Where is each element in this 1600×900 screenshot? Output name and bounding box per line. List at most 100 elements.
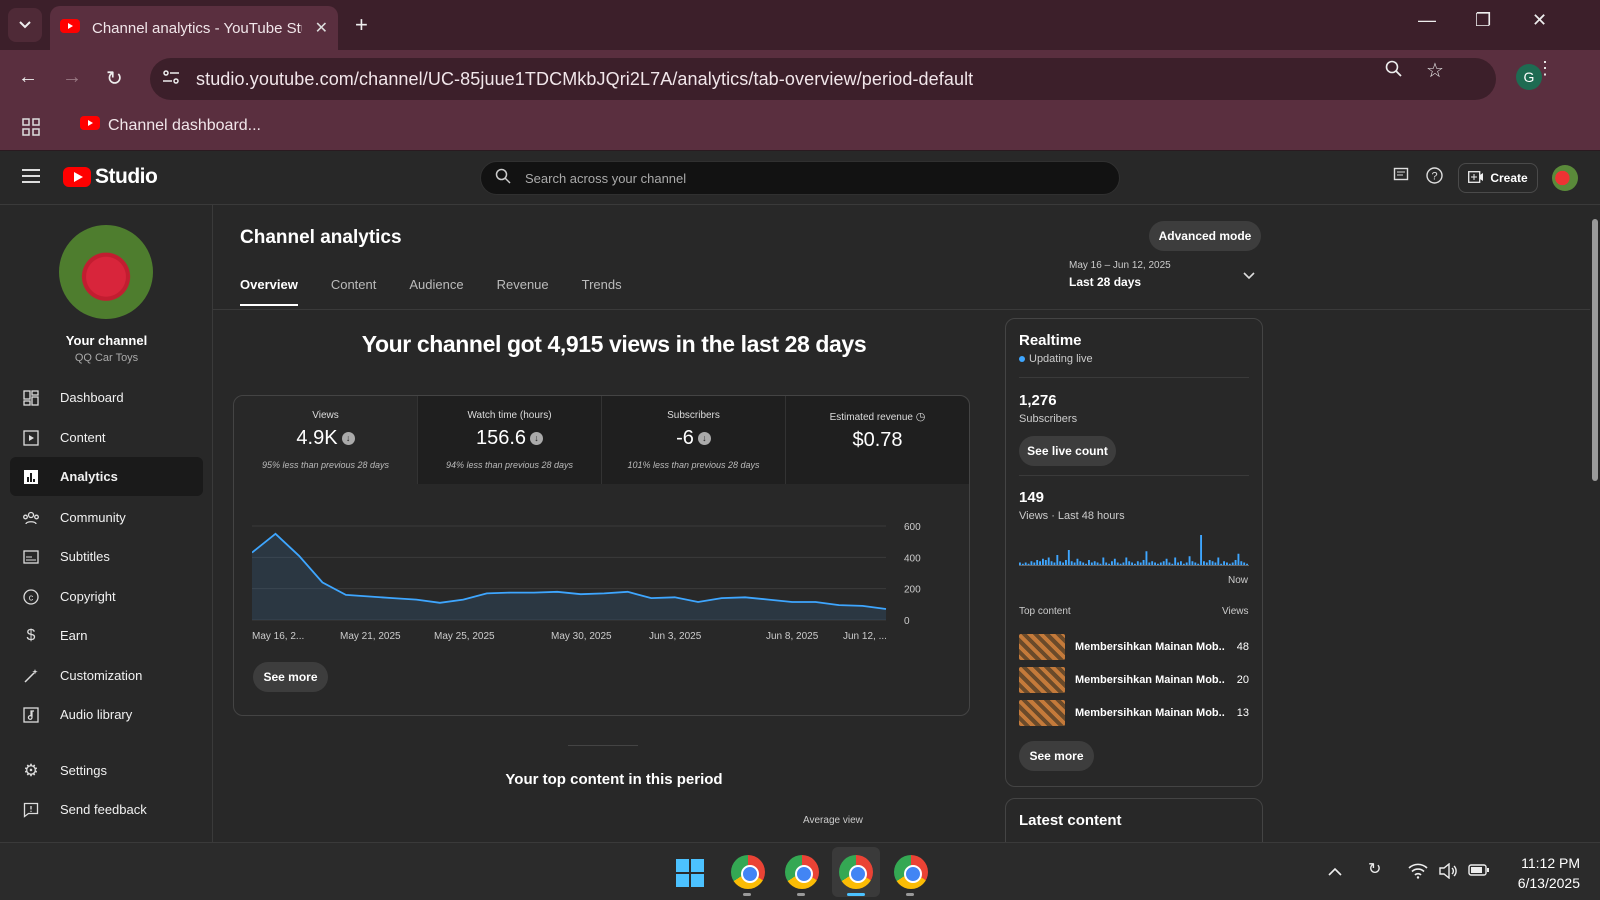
realtime-bar — [1059, 561, 1062, 565]
see-more-button[interactable]: See more — [1019, 741, 1094, 771]
chrome-taskbar-icon[interactable] — [894, 855, 928, 889]
realtime-bar — [1030, 561, 1033, 565]
content-icon — [22, 429, 40, 447]
bookmark-channel-dashboard[interactable]: Channel dashboard... — [80, 116, 261, 135]
chrome-taskbar-icon[interactable] — [839, 855, 873, 889]
divider — [1019, 377, 1249, 378]
tab-close-icon[interactable]: ✕ — [315, 18, 328, 38]
see-live-count-button[interactable]: See live count — [1019, 436, 1116, 466]
tab-search-dropdown-icon[interactable] — [8, 8, 42, 42]
minimize-icon[interactable]: — — [1418, 10, 1436, 31]
messages-icon[interactable] — [1393, 167, 1409, 188]
sidebar-item-audio-library[interactable]: Audio library — [10, 695, 203, 734]
see-more-button[interactable]: See more — [253, 662, 328, 692]
scrollbar-thumb[interactable] — [1592, 219, 1598, 481]
browser-menu-icon[interactable]: ⋮ — [1536, 58, 1554, 79]
top-content-row[interactable]: Membersihkan Mainan Mob... 13 — [1019, 700, 1249, 726]
realtime-bar — [1099, 563, 1102, 565]
top-content-row[interactable]: Membersihkan Mainan Mob... 20 — [1019, 667, 1249, 693]
metric-label: Estimated revenue — [829, 412, 913, 423]
zoom-icon[interactable] — [1385, 60, 1403, 83]
realtime-bar — [1019, 562, 1021, 565]
realtime-bar-chart[interactable] — [1019, 531, 1249, 567]
search-input[interactable]: Search across your channel — [480, 161, 1120, 195]
chrome-taskbar-icon[interactable] — [785, 855, 819, 889]
sidebar-item-community[interactable]: Community — [10, 498, 203, 537]
omnibox[interactable]: studio.youtube.com/channel/UC-85juue1TDC… — [150, 58, 1496, 100]
y-tick-label: 200 — [904, 585, 921, 596]
site-info-icon[interactable] — [162, 69, 180, 89]
sidebar-item-dashboard[interactable]: Dashboard — [10, 378, 203, 417]
show-hidden-icons-chevron-icon[interactable] — [1328, 863, 1342, 881]
running-indicator — [906, 893, 914, 896]
logo-text: Studio — [95, 165, 158, 188]
realtime-bar — [1131, 562, 1134, 565]
chrome-taskbar-icon[interactable] — [731, 855, 765, 889]
x-tick-label: May 30, 2025 — [551, 631, 612, 642]
sidebar-item-content[interactable]: Content — [10, 418, 203, 457]
sidebar-item-subtitles[interactable]: Subtitles — [10, 537, 203, 576]
windows-start-icon[interactable] — [676, 859, 704, 887]
top-content-row[interactable]: Membersihkan Mainan Mob... 48 — [1019, 634, 1249, 660]
browser-tab-bar: Channel analytics - YouTube Studio ✕ + —… — [0, 0, 1600, 50]
battery-icon[interactable] — [1468, 863, 1490, 882]
wifi-icon[interactable] — [1408, 863, 1428, 884]
new-tab-icon[interactable]: + — [355, 12, 368, 38]
sidebar: Your channel QQ Car Toys Dashboard Conte… — [0, 205, 213, 842]
close-window-icon[interactable]: ✕ — [1532, 10, 1547, 31]
back-icon[interactable]: ← — [18, 66, 38, 89]
tab-revenue[interactable]: Revenue — [497, 277, 549, 306]
sidebar-item-customization[interactable]: Customization — [10, 656, 203, 695]
subscriber-label: Subscribers — [1019, 413, 1078, 425]
forward-icon[interactable]: → — [62, 66, 82, 89]
realtime-bar — [1180, 561, 1182, 565]
realtime-bar — [1151, 561, 1154, 565]
realtime-bar — [1036, 560, 1039, 565]
period-selector[interactable]: May 16 – Jun 12, 2025 Last 28 days — [1069, 260, 1171, 289]
create-button[interactable]: Create — [1458, 163, 1538, 193]
metric-views[interactable]: Views 4.9K ↓ 95% less than previous 28 da… — [234, 396, 418, 484]
bookmark-star-icon[interactable]: ☆ — [1426, 58, 1444, 83]
restore-icon[interactable]: ❐ — [1475, 10, 1491, 31]
tab-overview[interactable]: Overview — [240, 277, 298, 306]
scrollbar[interactable] — [1590, 205, 1600, 842]
views-chart[interactable]: 600 400 200 0 May 16, 2... May 21, 2025 May 25… — [252, 514, 952, 644]
volume-icon[interactable] — [1438, 862, 1458, 884]
realtime-bar — [1168, 562, 1171, 565]
subtitles-icon — [22, 548, 40, 566]
metric-watch-time[interactable]: Watch time (hours) 156.6 ↓ 94% less than … — [418, 396, 602, 484]
sidebar-item-copyright[interactable]: c Copyright — [10, 577, 203, 616]
sidebar-item-earn[interactable]: $ Earn — [10, 616, 203, 655]
advanced-mode-button[interactable]: Advanced mode — [1149, 221, 1261, 251]
realtime-bar — [1205, 562, 1208, 565]
reload-icon[interactable]: ↻ — [106, 66, 123, 91]
menu-icon[interactable] — [22, 169, 40, 187]
sidebar-item-settings[interactable]: ⚙ Settings — [10, 751, 203, 790]
realtime-live-status: Updating live — [1019, 353, 1093, 365]
chevron-down-icon[interactable] — [1243, 267, 1255, 283]
tab-trends[interactable]: Trends — [582, 277, 622, 306]
tab-audience[interactable]: Audience — [409, 277, 463, 306]
studio-logo[interactable]: Studio — [63, 165, 158, 189]
tab-content[interactable]: Content — [331, 277, 377, 306]
realtime-bar — [1165, 558, 1168, 565]
sidebar-item-analytics[interactable]: Analytics — [10, 457, 203, 496]
system-clock[interactable]: 11:12 PM 6/13/2025 — [1500, 853, 1580, 893]
url-text: studio.youtube.com/channel/UC-85juue1TDC… — [196, 68, 974, 89]
realtime-bar — [1082, 562, 1085, 565]
average-view-header: Average view — [803, 815, 863, 826]
top-content-label: Top content — [1019, 606, 1071, 617]
user-avatar[interactable] — [1552, 165, 1578, 191]
realtime-bar — [1073, 562, 1076, 565]
help-icon[interactable]: ? — [1426, 167, 1443, 189]
x-tick-label: Jun 8, 2025 — [766, 631, 819, 642]
channel-avatar[interactable] — [59, 225, 153, 319]
browser-tab[interactable]: Channel analytics - YouTube Studio ✕ — [50, 6, 338, 50]
apps-grid-icon[interactable] — [22, 118, 40, 141]
sync-icon[interactable]: ↻ — [1368, 859, 1381, 879]
metric-subscribers[interactable]: Subscribers -6 ↓ 101% less than previous … — [602, 396, 786, 484]
sidebar-item-send-feedback[interactable]: Send feedback — [10, 790, 203, 829]
metric-revenue[interactable]: Estimated revenue ◷ $0.78 — [786, 396, 969, 484]
realtime-bar — [1128, 561, 1131, 565]
live-dot-icon — [1019, 356, 1025, 362]
